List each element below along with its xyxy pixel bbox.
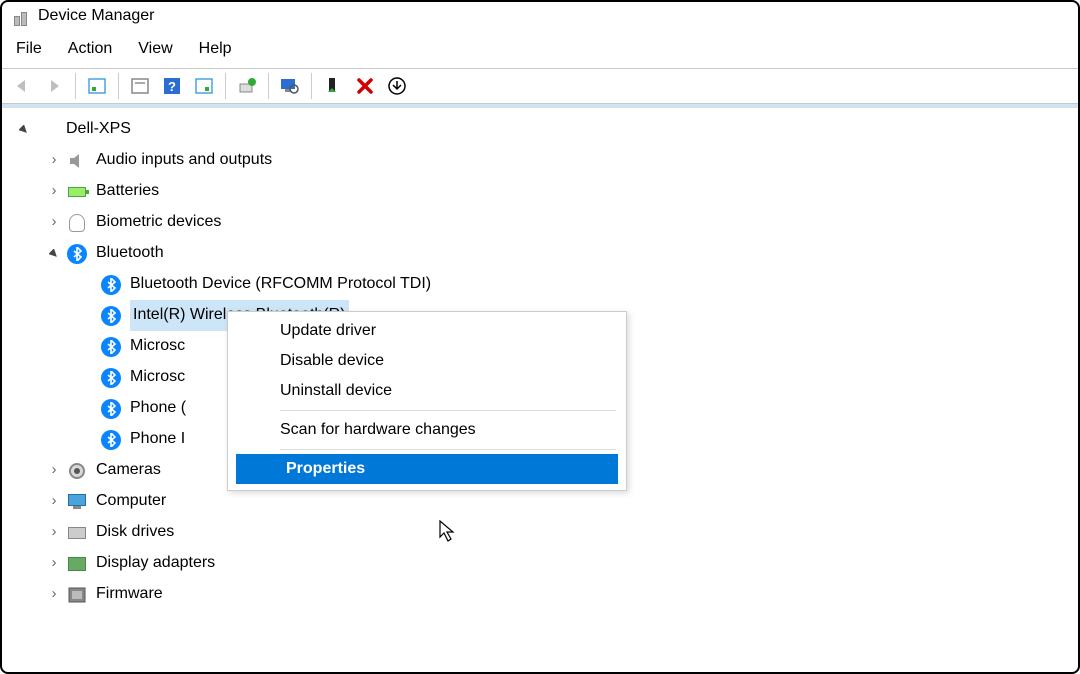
expander-icon[interactable] (16, 125, 32, 135)
tree-item-biometric[interactable]: › Biometric devices (8, 207, 1078, 238)
ctx-uninstall-device[interactable]: Uninstall device (230, 376, 624, 406)
drive-icon (66, 522, 88, 544)
toolbar-button-2[interactable] (126, 72, 154, 100)
ctx-disable-device[interactable]: Disable device (230, 346, 624, 376)
tree-item-label: Display adapters (96, 548, 215, 578)
tree-item-label: Batteries (96, 176, 159, 206)
bluetooth-icon (100, 367, 122, 389)
expander-icon[interactable]: › (46, 550, 62, 578)
tree-item-label: Microsc (130, 331, 185, 361)
tree-item-firmware[interactable]: › Firmware (8, 579, 1078, 610)
expander-icon[interactable]: › (46, 178, 62, 206)
toolbar-separator (268, 73, 269, 99)
computer-icon (36, 119, 58, 141)
bluetooth-icon (100, 398, 122, 420)
tree-item-label: Firmware (96, 579, 163, 609)
bluetooth-icon (100, 274, 122, 296)
ctx-update-driver[interactable]: Update driver (230, 316, 624, 346)
speaker-icon (66, 150, 88, 172)
update-driver-toolbar-button[interactable] (233, 72, 261, 100)
tree-item-bluetooth[interactable]: Bluetooth (8, 238, 1078, 269)
menu-bar: File Action View Help (2, 32, 1078, 68)
expander-icon[interactable]: › (46, 519, 62, 547)
expander-icon[interactable]: › (46, 209, 62, 237)
expander-icon[interactable]: › (46, 147, 62, 175)
display-adapter-icon (66, 553, 88, 575)
toolbar-separator (311, 73, 312, 99)
ctx-separator (280, 449, 616, 450)
context-menu: Update driver Disable device Uninstall d… (227, 311, 627, 491)
tree-root[interactable]: Dell-XPS (8, 114, 1078, 145)
firmware-icon (66, 584, 88, 606)
scan-hardware-toolbar-button[interactable] (276, 72, 304, 100)
menu-action[interactable]: Action (68, 40, 112, 58)
enable-device-toolbar-button[interactable] (319, 72, 347, 100)
expander-icon[interactable]: › (46, 488, 62, 516)
svg-text:?: ? (168, 79, 176, 94)
fingerprint-icon (66, 212, 88, 234)
menu-help[interactable]: Help (199, 40, 232, 58)
menu-view[interactable]: View (138, 40, 172, 58)
properties-toolbar-button[interactable] (190, 72, 218, 100)
tree-root-label: Dell-XPS (66, 114, 131, 144)
tree-item-disk[interactable]: › Disk drives (8, 517, 1078, 548)
ctx-properties[interactable]: Properties (236, 454, 618, 484)
toolbar-separator (118, 73, 119, 99)
tree-item-audio[interactable]: › Audio inputs and outputs (8, 145, 1078, 176)
device-tree-pane: Dell-XPS › Audio inputs and outputs › Ba… (2, 107, 1078, 647)
expander-icon[interactable]: › (46, 457, 62, 485)
tree-item-batteries[interactable]: › Batteries (8, 176, 1078, 207)
more-actions-button[interactable] (383, 72, 411, 100)
bluetooth-icon (100, 429, 122, 451)
tree-item-bt-rfcomm[interactable]: · Bluetooth Device (RFCOMM Protocol TDI) (8, 269, 1078, 300)
show-hidden-button[interactable] (83, 72, 111, 100)
menu-file[interactable]: File (16, 40, 42, 58)
forward-button[interactable] (40, 72, 68, 100)
battery-icon (66, 181, 88, 203)
tree-item-label: Phone ( (130, 393, 186, 423)
tree-item-label: Computer (96, 486, 166, 516)
tree-item-label: Bluetooth (96, 238, 164, 268)
tree-item-label: Phone I (130, 424, 185, 454)
toolbar-separator (225, 73, 226, 99)
tree-item-label: Cameras (96, 455, 161, 485)
bluetooth-icon (100, 336, 122, 358)
toolbar: ? (2, 68, 1078, 104)
monitor-icon (66, 491, 88, 513)
bluetooth-icon (66, 243, 88, 265)
expander-icon[interactable]: › (46, 581, 62, 609)
help-toolbar-button[interactable]: ? (158, 72, 186, 100)
tree-item-label: Audio inputs and outputs (96, 145, 272, 175)
back-button[interactable] (8, 72, 36, 100)
camera-icon (66, 460, 88, 482)
ctx-separator (280, 410, 616, 411)
bluetooth-icon (100, 305, 122, 327)
window-title: Device Manager (38, 7, 155, 25)
ctx-scan-hardware[interactable]: Scan for hardware changes (230, 415, 624, 445)
tree-item-label: Biometric devices (96, 207, 221, 237)
tree-item-label: Microsc (130, 362, 185, 392)
toolbar-separator (75, 73, 76, 99)
tree-item-label: Disk drives (96, 517, 174, 547)
tree-item-display[interactable]: › Display adapters (8, 548, 1078, 579)
tree-item-label: Bluetooth Device (RFCOMM Protocol TDI) (130, 269, 431, 299)
title-bar: Device Manager (2, 2, 1078, 32)
uninstall-toolbar-button[interactable] (351, 72, 379, 100)
expander-icon[interactable] (46, 249, 62, 259)
app-icon (10, 6, 30, 26)
